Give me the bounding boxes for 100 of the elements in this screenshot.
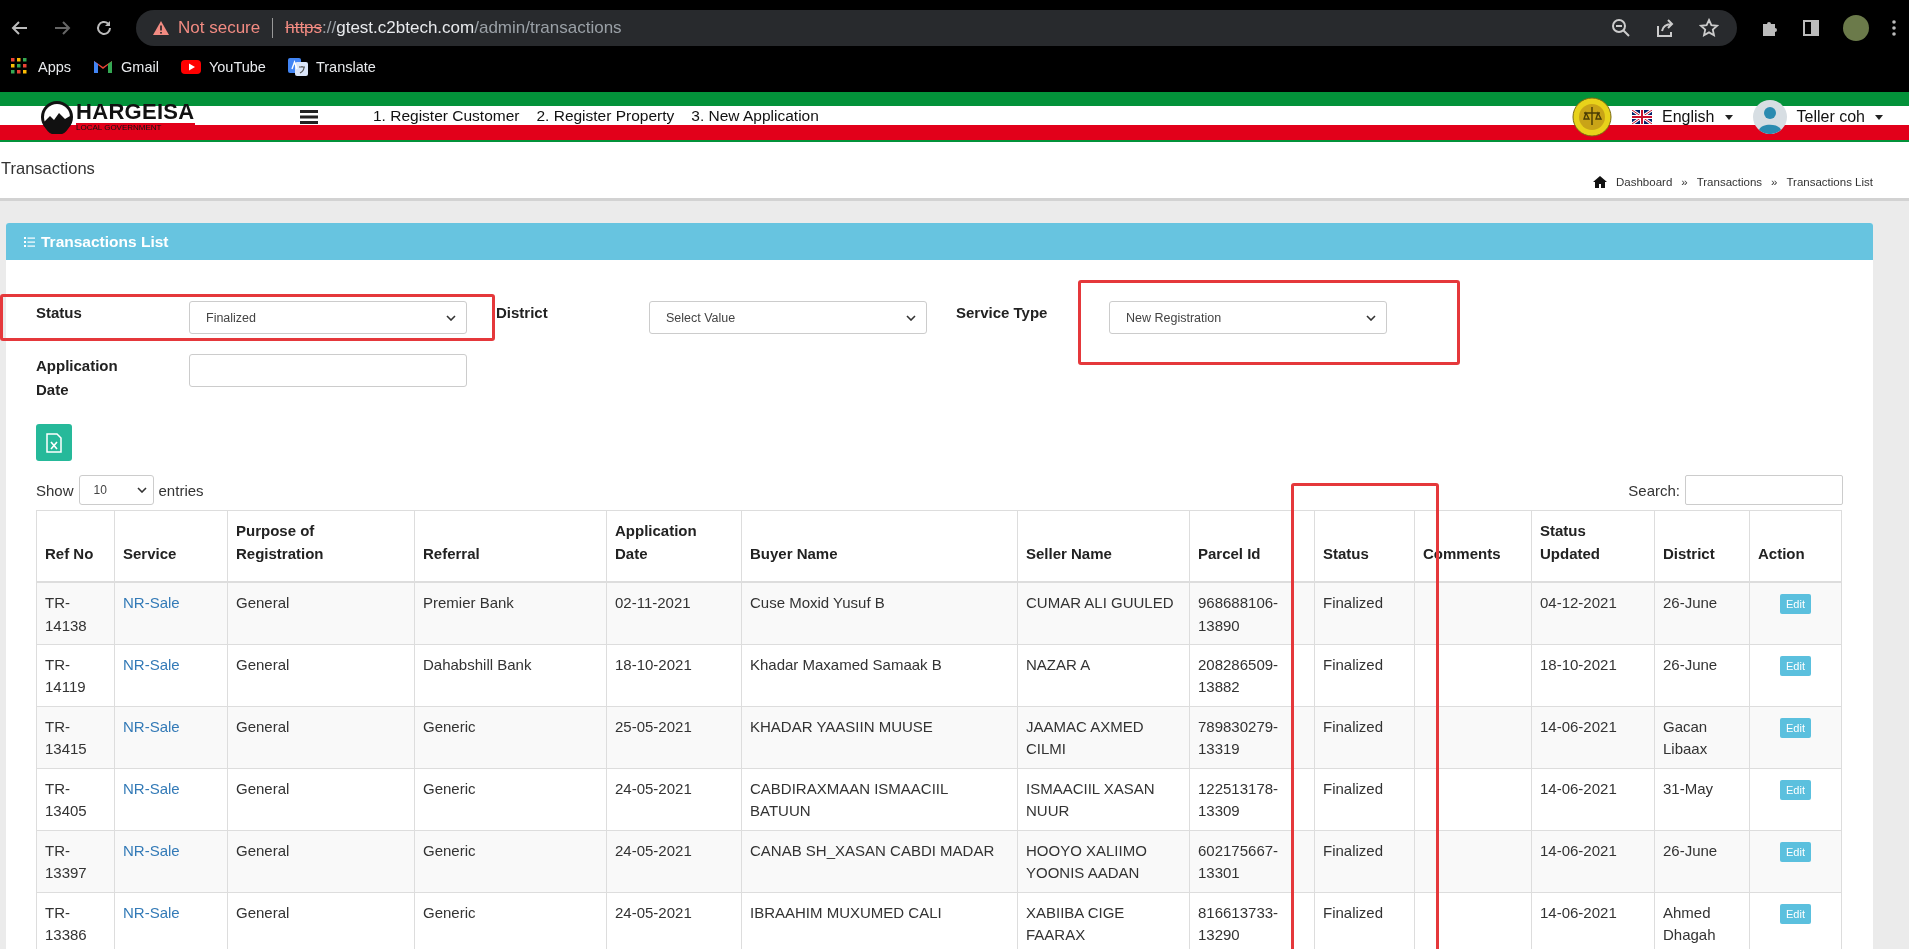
breadcrumb-link[interactable]: Transactions List [1786, 176, 1873, 188]
nav-link[interactable]: 2. Register Property [536, 107, 675, 125]
city-logo-icon [40, 100, 74, 134]
table-cell: Finalized [1314, 582, 1415, 644]
table-cell: 31-May [1654, 768, 1750, 830]
nav-link[interactable]: 1. Register Customer [373, 107, 520, 125]
service-link[interactable]: NR-Sale [123, 594, 180, 611]
caret-icon [1875, 114, 1883, 120]
table-cell: HOOYO XALIIMO YOONIS AADAN [1017, 830, 1190, 892]
bookmark-link[interactable]: YouTube [180, 57, 266, 77]
table-cell: Gacan Libaax [1654, 706, 1750, 768]
breadcrumb-link[interactable]: Dashboard [1616, 176, 1673, 188]
profile-avatar[interactable] [1843, 15, 1869, 41]
date-field[interactable] [189, 354, 467, 387]
table-cell: 122513178-13309 [1189, 768, 1315, 830]
table-cell: 18-10-2021 [1531, 644, 1655, 706]
table-cell: 14-06-2021 [1531, 768, 1655, 830]
search-field[interactable] [1685, 475, 1843, 505]
table-cell: TR-13386 [36, 892, 115, 949]
table-cell: Generic [414, 830, 607, 892]
table-cell: 208286509-13882 [1189, 644, 1315, 706]
star-icon[interactable] [1699, 18, 1719, 38]
table-cell: Cuse Moxid Yusuf B [741, 582, 1018, 644]
search-label: Search: [1628, 481, 1680, 499]
list-icon [24, 236, 35, 247]
table-cell: Khadar Maxamed Samaak B [741, 644, 1018, 706]
table-cell: TR-14119 [36, 644, 115, 706]
table-cell: 25-05-2021 [606, 706, 742, 768]
filter-label: District [496, 303, 549, 323]
table-cell: JAAMAC AXMED CILMI [1017, 706, 1190, 768]
bookmark-link[interactable]: Translate [287, 57, 376, 77]
dropdown[interactable]: Finalized [189, 301, 467, 334]
page-size-dropdown[interactable]: 10 [78, 475, 154, 505]
logo-title: HARGEISA [76, 101, 195, 123]
filter-label: Application Date [36, 356, 119, 400]
table-cell: 968688106-13890 [1189, 582, 1315, 644]
table-cell: Finalized [1314, 768, 1415, 830]
show-label: Show [36, 481, 74, 499]
security-warning: Not secure [178, 18, 261, 38]
panel-title: Transactions List [41, 232, 169, 251]
breadcrumb-link[interactable]: Transactions [1696, 176, 1763, 188]
table-cell: TR-13397 [36, 830, 115, 892]
caret-icon [1724, 114, 1733, 120]
table-cell: 26-June [1654, 644, 1750, 706]
table-cell: General [227, 768, 415, 830]
service-link[interactable]: NR-Sale [123, 717, 180, 735]
zoom-out-icon[interactable] [1611, 18, 1631, 38]
home-icon [1593, 176, 1607, 188]
table-cell: Finalized [1314, 706, 1415, 768]
table-cell: ISMAACIIL XASAN NUUR [1017, 768, 1190, 830]
table-cell: 14-06-2021 [1531, 830, 1655, 892]
table-cell: General [227, 706, 415, 768]
table-cell: NAZAR A [1017, 644, 1190, 706]
table-cell: 18-10-2021 [606, 644, 742, 706]
chevron-icon [446, 314, 456, 321]
bookmark-link[interactable]: Apps [10, 57, 72, 77]
share-icon[interactable] [1655, 18, 1675, 38]
table-cell: General [227, 582, 415, 644]
table-cell: General [227, 830, 415, 892]
table-cell: 24-05-2021 [606, 768, 742, 830]
table-cell: Finalized [1314, 644, 1415, 706]
bookmark-link[interactable]: Gmail [93, 57, 159, 77]
table-cell: 04-12-2021 [1531, 582, 1655, 644]
table-cell: 602175667-13301 [1189, 830, 1315, 892]
flag-icon [1632, 110, 1653, 124]
table-cell: Generic [414, 768, 607, 830]
dropdown[interactable]: Select Value [649, 301, 927, 334]
address-bar[interactable]: Not secure https://gtest.c2btech.com/admin/transactions [136, 10, 1737, 46]
nav-link[interactable]: 3. New Application [691, 107, 819, 125]
service-link[interactable]: NR-Sale [123, 655, 180, 673]
table-cell: CANAB SH_XASAN CABDI MADAR [741, 830, 1018, 892]
play-icon [180, 57, 201, 77]
language-dropdown[interactable]: English [1632, 108, 1733, 126]
table-cell: Dahabshill Bank [414, 644, 607, 706]
table-cell: KHADAR YAASIIN MUUSE [741, 706, 1018, 768]
emblem-icon [1572, 97, 1613, 137]
logo-subtitle: LOCAL GOVERNMENT [76, 123, 195, 133]
table-cell: 02-11-2021 [606, 582, 742, 644]
reload-icon[interactable] [94, 18, 114, 38]
user-avatar-icon [1752, 100, 1787, 134]
service-link[interactable]: NR-Sale [123, 841, 180, 859]
side-panel-icon[interactable] [1801, 18, 1821, 38]
table-cell: TR-13405 [36, 768, 115, 830]
table-cell: 26-June [1654, 830, 1750, 892]
user-menu[interactable]: Teller coh [1752, 100, 1883, 134]
table-cell: 24-05-2021 [606, 830, 742, 892]
url-text: https://gtest.c2btech.com/admin/transactions [285, 18, 622, 38]
table-cell: 789830279-13319 [1189, 706, 1315, 768]
apps-grid-icon [10, 57, 30, 77]
dropdown[interactable]: New Registration [1109, 301, 1387, 334]
page-title: Transactions [0, 158, 95, 179]
table-cell: TR-14138 [36, 582, 115, 644]
table-cell: 26-June [1654, 582, 1750, 644]
breadcrumb-separator: » [1681, 176, 1688, 188]
table-cell: General [227, 644, 415, 706]
service-link[interactable]: NR-Sale [123, 903, 180, 921]
menu-icon[interactable] [300, 110, 318, 124]
more-icon[interactable] [1891, 18, 1897, 38]
breadcrumb-separator: » [1771, 176, 1778, 188]
service-link[interactable]: NR-Sale [123, 779, 180, 797]
